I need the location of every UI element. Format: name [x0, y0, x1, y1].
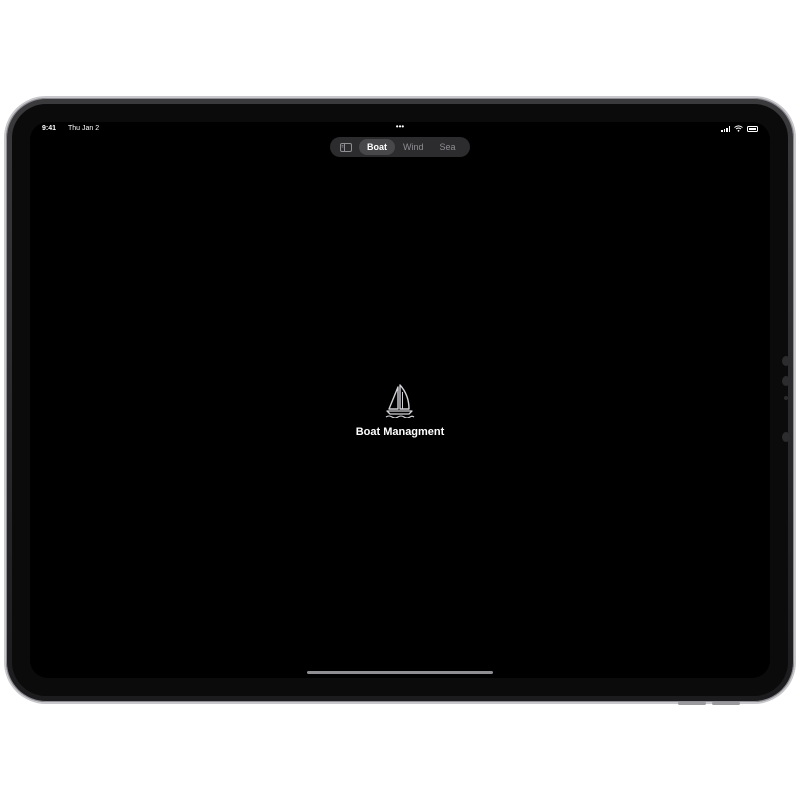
page-title: Boat Managment: [355, 426, 445, 438]
tab-sea[interactable]: Sea: [432, 139, 464, 155]
status-bar: 9:41 Thu Jan 2 •••: [30, 122, 770, 136]
side-button-2: [782, 376, 790, 386]
side-button-1: [782, 356, 790, 366]
sidebar-toggle-icon: [340, 142, 352, 152]
status-time: 9:41: [42, 125, 57, 132]
tab-boat[interactable]: Boat: [359, 139, 395, 155]
battery-icon: [747, 126, 758, 132]
sidebar-toggle-button[interactable]: [333, 139, 359, 155]
status-icons: [721, 124, 758, 134]
multitasking-dots[interactable]: •••: [392, 123, 408, 131]
empty-state: Boat Managment: [30, 384, 770, 438]
status-date: Thu Jan 2: [68, 125, 100, 132]
sailboat-icon: [385, 384, 415, 418]
bottom-edge-left: [678, 702, 706, 705]
tab-wind[interactable]: Wind: [395, 139, 432, 155]
cellular-signal-icon: [721, 126, 730, 132]
wifi-icon: [734, 124, 743, 134]
ipad-frame: 9:41 Thu Jan 2 ••• Boat Wind Sea Boat Ma…: [6, 98, 794, 705]
side-button-3: [782, 432, 790, 442]
tab-bar: Boat Wind Sea: [330, 137, 470, 157]
screen: 9:41 Thu Jan 2 ••• Boat Wind Sea Boat Ma…: [30, 122, 770, 678]
home-indicator[interactable]: [307, 671, 493, 674]
bottom-edge-right: [712, 702, 740, 705]
side-sensor: [784, 396, 788, 400]
